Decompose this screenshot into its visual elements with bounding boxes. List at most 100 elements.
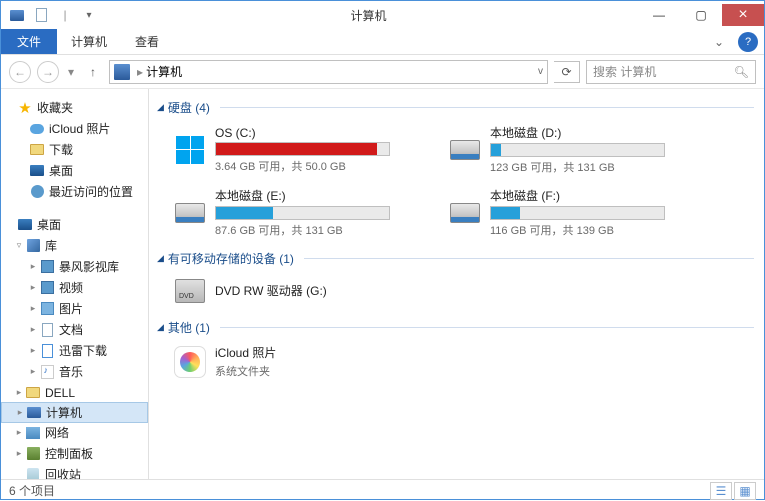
- recent-icon: [29, 184, 45, 200]
- tree-item-network[interactable]: ▸ 网络: [1, 422, 148, 443]
- tree-item-downloads[interactable]: 下载: [1, 139, 148, 160]
- group-header-other[interactable]: ◢ 其他 (1): [157, 315, 764, 340]
- back-button[interactable]: ←: [9, 61, 31, 83]
- tree-item-video[interactable]: ▸ 视频: [1, 277, 148, 298]
- tree-favorites[interactable]: ★ 收藏夹: [1, 97, 148, 118]
- tree-item-pictures[interactable]: ▸ 图片: [1, 298, 148, 319]
- tree-libraries[interactable]: ▿ 库: [1, 235, 148, 256]
- folder-icon: [25, 385, 41, 401]
- group-header-removable[interactable]: ◢ 有可移动存储的设备 (1): [157, 246, 764, 271]
- tree-item-storm[interactable]: ▸ 暴风影视库: [1, 256, 148, 277]
- drive-3[interactable]: 本地磁盘 (F:)116 GB 可用，共 139 GB: [432, 183, 707, 246]
- group-header-hdd[interactable]: ◢ 硬盘 (4): [157, 95, 764, 120]
- qat-icon-properties[interactable]: [31, 5, 51, 25]
- image-icon: [39, 301, 55, 317]
- collapse-icon[interactable]: ◢: [157, 322, 164, 333]
- view-icons-button[interactable]: ▦: [734, 482, 756, 500]
- tree-item-recent[interactable]: 最近访问的位置: [1, 181, 148, 202]
- photos-icon: [173, 346, 207, 378]
- recycle-icon: [25, 467, 41, 480]
- help-button[interactable]: ?: [738, 32, 758, 52]
- tree-label: 迅雷下载: [59, 342, 107, 359]
- breadcrumb-location[interactable]: 计算机: [146, 63, 182, 80]
- drive-name: OS (C:): [215, 126, 428, 140]
- folder-icon: [29, 142, 45, 158]
- music-icon: [39, 364, 55, 380]
- tree-item-icloud[interactable]: iCloud 照片: [1, 118, 148, 139]
- collapse-icon[interactable]: ▿: [13, 240, 25, 251]
- tree-desktop[interactable]: 桌面: [1, 214, 148, 235]
- drive-detail: 123 GB 可用，共 131 GB: [490, 159, 703, 175]
- up-button[interactable]: ↑: [83, 62, 103, 82]
- drive-0[interactable]: OS (C:) 3.64 GB 可用，共 50.0 GB: [157, 120, 432, 183]
- drive-dvd[interactable]: DVD RW 驱动器 (G:): [157, 271, 432, 315]
- download-icon: [39, 343, 55, 359]
- tree-label: 库: [45, 237, 57, 254]
- control-panel-icon: [25, 446, 41, 462]
- tree-label: 桌面: [49, 162, 73, 179]
- qat-divider-icon: |: [55, 5, 75, 25]
- drive-detail: 87.6 GB 可用，共 131 GB: [215, 222, 428, 238]
- refresh-button[interactable]: ⟳: [554, 61, 580, 83]
- tree-label: iCloud 照片: [49, 120, 110, 137]
- address-bar-row: ← → ▾ ↑ ▸ 计算机 v ⟳ 搜索 计算机 🔍︎: [1, 55, 764, 89]
- drive-detail: 3.64 GB 可用，共 50.0 GB: [215, 158, 428, 174]
- group-title: 硬盘 (4): [168, 99, 210, 116]
- tab-view[interactable]: 查看: [121, 29, 173, 54]
- address-dropdown-icon[interactable]: v: [538, 66, 543, 77]
- network-icon: [25, 425, 41, 441]
- film-icon: [39, 280, 55, 296]
- drive-name: 本地磁盘 (D:): [490, 124, 703, 141]
- qat-dropdown-icon[interactable]: ▾: [79, 5, 99, 25]
- drive-name: 本地磁盘 (E:): [215, 187, 428, 204]
- location-icon: [114, 64, 130, 80]
- file-tab[interactable]: 文件: [1, 29, 57, 54]
- tree-item-recycle[interactable]: 回收站: [1, 464, 148, 479]
- tree-label: 计算机: [46, 404, 82, 421]
- maximize-button[interactable]: ▢: [680, 4, 722, 26]
- content-pane: ◢ 硬盘 (4) OS (C:)3.64 GB 可用，共 50.0 GB本地磁盘…: [149, 89, 764, 479]
- titlebar: | ▾ 计算机 — ▢ ×: [1, 1, 764, 29]
- drive-name: DVD RW 驱动器 (G:): [215, 282, 428, 299]
- drive-name: 本地磁盘 (F:): [490, 187, 703, 204]
- history-dropdown-icon[interactable]: ▾: [65, 65, 77, 79]
- tree-item-desktop-fav[interactable]: 桌面: [1, 160, 148, 181]
- tree-item-control-panel[interactable]: ▸ 控制面板: [1, 443, 148, 464]
- tree-item-music[interactable]: ▸ 音乐: [1, 361, 148, 382]
- tree-label: 控制面板: [45, 445, 93, 462]
- qat-icon-computer[interactable]: [7, 5, 27, 25]
- drive-1[interactable]: 本地磁盘 (D:) 123 GB 可用，共 131 GB: [432, 120, 707, 183]
- desktop-icon: [29, 163, 45, 179]
- item-icloud-photos[interactable]: iCloud 照片 系统文件夹: [157, 340, 432, 387]
- tree-item-xunlei[interactable]: ▸ 迅雷下载: [1, 340, 148, 361]
- window-title: 计算机: [99, 7, 638, 24]
- collapse-icon[interactable]: ◢: [157, 253, 164, 264]
- drive-usage-bar: [490, 143, 665, 157]
- item-subtitle: 系统文件夹: [215, 363, 428, 379]
- minimize-button[interactable]: —: [638, 4, 680, 26]
- forward-button[interactable]: →: [37, 61, 59, 83]
- tree-label: 收藏夹: [37, 99, 73, 116]
- drive-usage-bar: [215, 142, 390, 156]
- tab-computer[interactable]: 计算机: [57, 29, 121, 54]
- tree-label: 桌面: [37, 216, 61, 233]
- tree-item-dell[interactable]: ▸ DELL: [1, 382, 148, 403]
- search-input[interactable]: 搜索 计算机 🔍︎: [586, 60, 756, 84]
- tree-item-documents[interactable]: ▸ 文档: [1, 319, 148, 340]
- cloud-icon: [29, 121, 45, 137]
- tree-item-computer[interactable]: ▸ 计算机: [1, 402, 148, 423]
- tree-label: 下载: [49, 141, 73, 158]
- address-bar[interactable]: ▸ 计算机 v: [109, 60, 548, 84]
- desktop-icon: [17, 217, 33, 233]
- document-icon: [39, 322, 55, 338]
- ribbon: 文件 计算机 查看 ⌄ ?: [1, 29, 764, 55]
- hdd-icon: [175, 203, 205, 223]
- group-title: 其他 (1): [168, 319, 210, 336]
- ribbon-expand-icon[interactable]: ⌄: [706, 29, 732, 54]
- drive-2[interactable]: 本地磁盘 (E:) 87.6 GB 可用，共 131 GB: [157, 183, 432, 246]
- breadcrumb-sep-icon: ▸: [134, 65, 146, 79]
- status-text: 6 个项目: [9, 482, 55, 499]
- close-button[interactable]: ×: [722, 4, 764, 26]
- collapse-icon[interactable]: ◢: [157, 102, 164, 113]
- view-details-button[interactable]: ☰: [710, 482, 732, 500]
